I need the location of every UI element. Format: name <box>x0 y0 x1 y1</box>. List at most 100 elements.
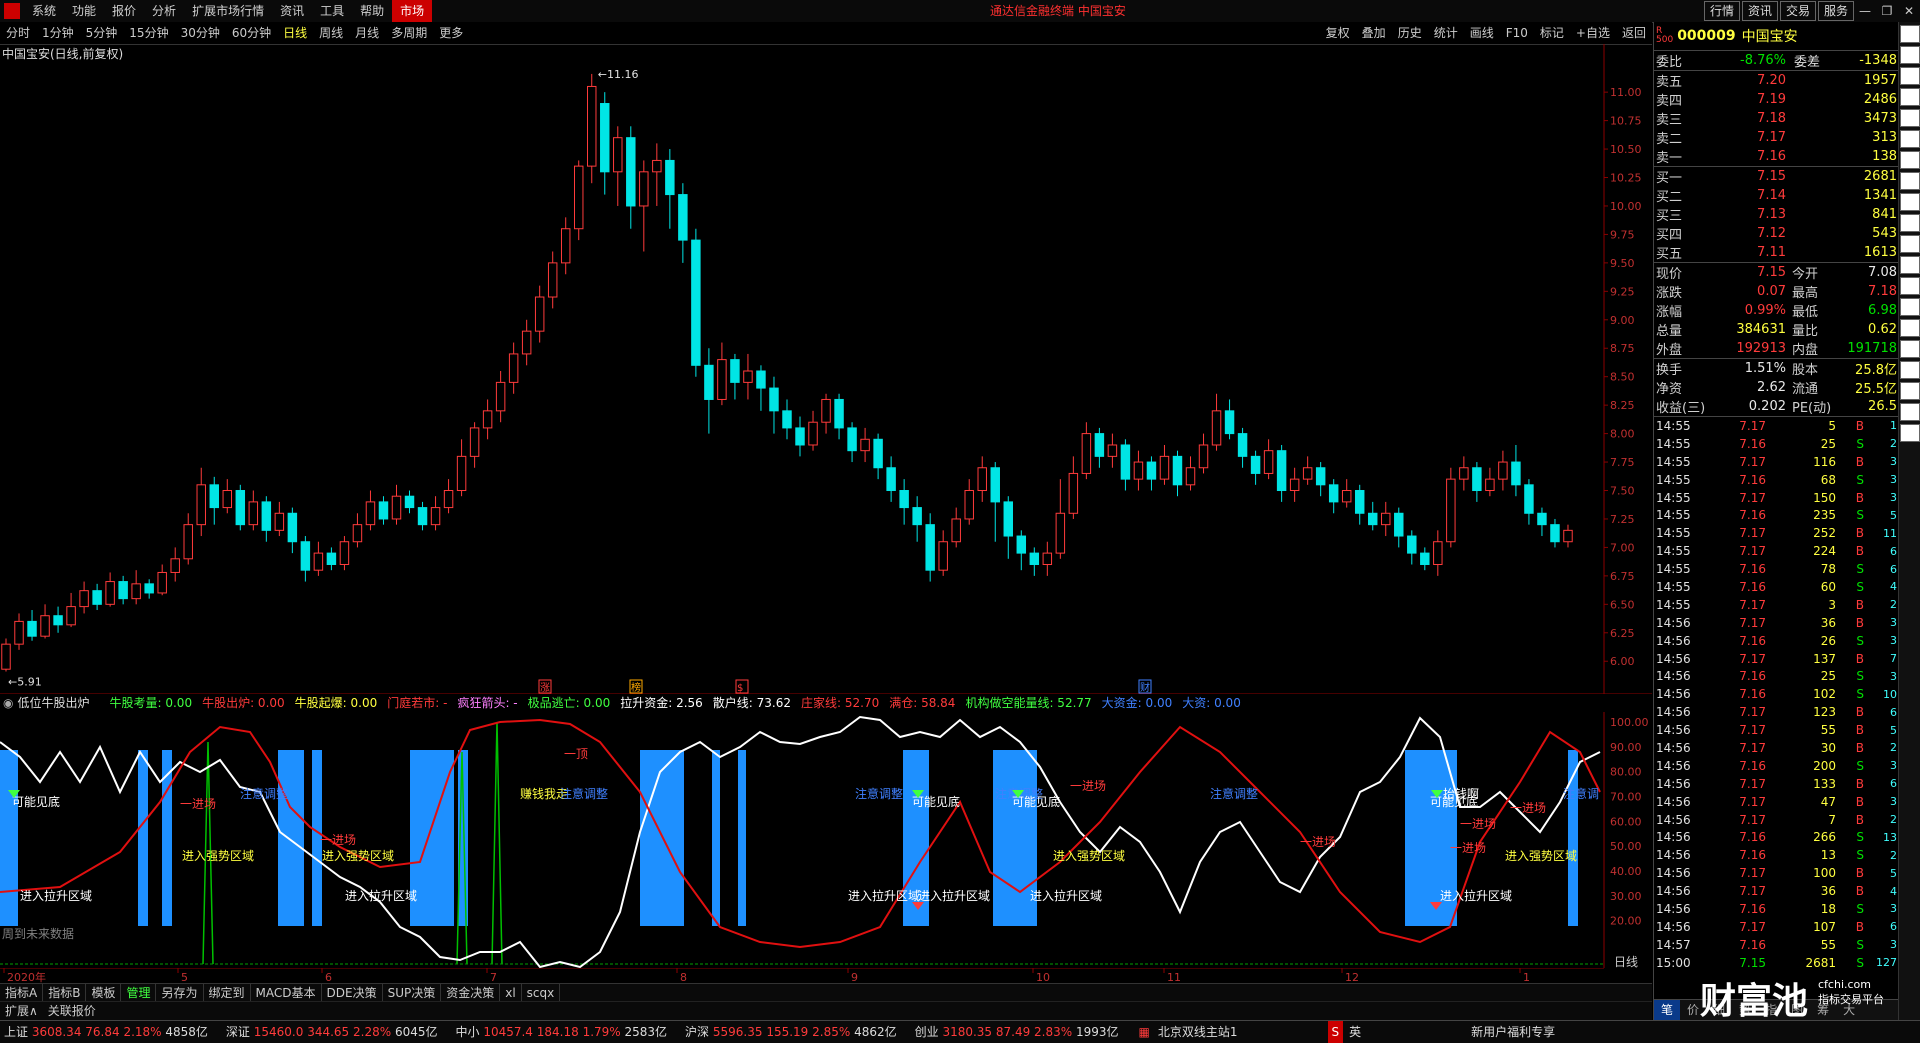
menu-item[interactable]: 系统 <box>24 0 64 22</box>
tool-icon[interactable] <box>1900 424 1920 442</box>
menu-item[interactable]: 分析 <box>144 0 184 22</box>
zoom-icon[interactable] <box>1900 277 1920 295</box>
indicator-tab[interactable]: 绑定到 <box>204 984 251 1002</box>
promo-link[interactable]: 新用户福利专享 <box>1471 1021 1555 1043</box>
line-icon[interactable] <box>1900 130 1920 148</box>
top-button[interactable]: 行情 <box>1703 1 1740 21</box>
period-tab[interactable]: 日线 <box>277 22 313 44</box>
menu-item[interactable]: 市场 <box>392 0 433 22</box>
chart-tool[interactable]: +自选 <box>1570 22 1616 44</box>
menu-item[interactable]: 工具 <box>312 0 352 22</box>
ime-icon[interactable]: S <box>1327 1021 1344 1043</box>
up-icon[interactable] <box>1900 46 1920 64</box>
flag-icon[interactable] <box>1900 403 1920 421</box>
period-tab[interactable]: 60分钟 <box>226 22 277 44</box>
index-name: 上证 <box>4 1025 29 1039</box>
tick-time: 14:57 <box>1656 937 1691 952</box>
tick-count: 2 <box>1890 741 1897 755</box>
indicator-name[interactable]: 低位牛股出炉 <box>17 694 89 712</box>
chart-tool[interactable]: 返回 <box>1616 22 1652 44</box>
menu-item[interactable]: 资讯 <box>272 0 312 22</box>
close-icon[interactable]: ✕ <box>1898 1 1920 21</box>
indicator-tab[interactable]: 指标A <box>0 984 44 1002</box>
indicator-tab[interactable]: SUP决策 <box>383 984 442 1002</box>
chart-tool[interactable]: 画线 <box>1464 22 1500 44</box>
period-tab[interactable]: 1分钟 <box>36 22 80 44</box>
y-tick-label: 9.50 <box>1610 257 1635 270</box>
extension-tab[interactable]: 关联报价 <box>43 1002 101 1020</box>
chart-tool[interactable]: 叠加 <box>1356 22 1392 44</box>
chart-tool[interactable]: 复权 <box>1320 22 1356 44</box>
tick-price: 7.17 <box>1739 812 1766 827</box>
info-icon[interactable] <box>1900 361 1920 379</box>
top-button[interactable]: 服务 <box>1817 1 1854 21</box>
menu-item[interactable]: 报价 <box>104 0 144 22</box>
indicator-tab[interactable]: 管理 <box>121 984 157 1002</box>
tick-volume: 47 <box>1820 794 1836 809</box>
top-button[interactable]: 交易 <box>1779 1 1816 21</box>
index-item[interactable]: 中小 10457.4 184.18 1.79% 2583亿 <box>455 1021 667 1043</box>
minimize-icon[interactable]: — <box>1854 1 1876 21</box>
indicator-tab[interactable]: scqx <box>522 984 561 1002</box>
indicator-tab[interactable]: 另存为 <box>156 984 204 1002</box>
period-tab[interactable]: 周线 <box>313 22 349 44</box>
tick-price: 7.16 <box>1739 436 1766 451</box>
note-icon[interactable] <box>1900 382 1920 400</box>
book-icon[interactable] <box>1900 340 1920 358</box>
list-icon[interactable] <box>1900 319 1920 337</box>
vol-icon[interactable] <box>1900 214 1920 232</box>
dot-icon[interactable] <box>1900 298 1920 316</box>
book-level: 卖一 <box>1656 151 1683 166</box>
ime-mode[interactable]: 英 <box>1349 1021 1361 1043</box>
indicator-toggle-icon[interactable]: ◉ <box>3 694 13 712</box>
period-tab[interactable]: 多周期 <box>385 22 433 44</box>
chart-icon[interactable] <box>1900 88 1920 106</box>
index-pct: 2.83% <box>1030 1025 1073 1039</box>
period-tab[interactable]: 30分钟 <box>175 22 226 44</box>
chart-tool[interactable]: F10 <box>1500 22 1534 44</box>
shade-icon[interactable] <box>1900 25 1920 43</box>
index-item[interactable]: 创业 3180.35 87.49 2.83% 1993亿 <box>915 1021 1119 1043</box>
down-icon[interactable] <box>1900 67 1920 85</box>
menu-item[interactable]: 功能 <box>64 0 104 22</box>
indicator-tab[interactable]: 模板 <box>86 984 122 1002</box>
period-tab[interactable]: 分时 <box>0 22 36 44</box>
restore-icon[interactable]: ❐ <box>1876 1 1898 21</box>
indicator-tab[interactable]: MACD基本 <box>251 984 322 1002</box>
ma-icon[interactable] <box>1900 193 1920 211</box>
index-item[interactable]: 上证 3608.34 76.84 2.18% 4858亿 <box>4 1021 208 1043</box>
period-tab[interactable]: 更多 <box>433 22 469 44</box>
tick-count: 3 <box>1890 938 1897 952</box>
chart-area-icon[interactable]: ▦ <box>1139 1021 1150 1043</box>
extension-tab[interactable]: 扩展∧ <box>0 1002 43 1020</box>
rsi-icon[interactable] <box>1900 172 1920 190</box>
chart-tool[interactable]: 统计 <box>1428 22 1464 44</box>
index-item[interactable]: 沪深 5596.35 155.19 2.85% 4862亿 <box>685 1021 897 1043</box>
indicator-chart[interactable]: 100.00 90.00 80.00 70.00 60.00 50.00 40.00 30.0… <box>0 712 1652 968</box>
menu-item[interactable]: 帮助 <box>352 0 392 22</box>
menu-item[interactable]: 扩展市场行情 <box>184 0 272 22</box>
index-item[interactable]: 深证 15460.0 344.65 2.28% 6045亿 <box>226 1021 438 1043</box>
candle <box>587 73 597 184</box>
indicator-tab[interactable]: xl <box>500 984 522 1002</box>
grid-icon[interactable] <box>1900 235 1920 253</box>
book-price: 7.12 <box>1757 226 1786 241</box>
indicator-tab[interactable]: 资金决策 <box>441 984 501 1002</box>
chart-tool[interactable]: 标记 <box>1534 22 1570 44</box>
bar-icon[interactable] <box>1900 109 1920 127</box>
candlestick-chart[interactable]: 11.00 10.75 10.50 10.25 10.00 9.75 9.50 9.25 9.0… <box>0 44 1652 694</box>
cross-icon[interactable] <box>1900 256 1920 274</box>
period-tab[interactable]: 月线 <box>349 22 385 44</box>
server-name[interactable]: 北京双线主站1 <box>1158 1021 1238 1043</box>
book-volume: 543 <box>1872 226 1897 241</box>
stock-code: 000009 <box>1677 28 1736 44</box>
period-tab[interactable]: 15分钟 <box>123 22 174 44</box>
kline-icon[interactable] <box>1900 151 1920 169</box>
period-tab[interactable]: 5分钟 <box>80 22 124 44</box>
quote-tab[interactable]: 笔 <box>1654 1000 1681 1020</box>
indicator-tab[interactable]: 指标B <box>43 984 87 1002</box>
chart-tool[interactable]: 历史 <box>1392 22 1428 44</box>
indicator-value: 牛股出炉: 0.00 <box>202 696 285 710</box>
indicator-tab[interactable]: DDE决策 <box>322 984 383 1002</box>
top-button[interactable]: 资讯 <box>1741 1 1778 21</box>
